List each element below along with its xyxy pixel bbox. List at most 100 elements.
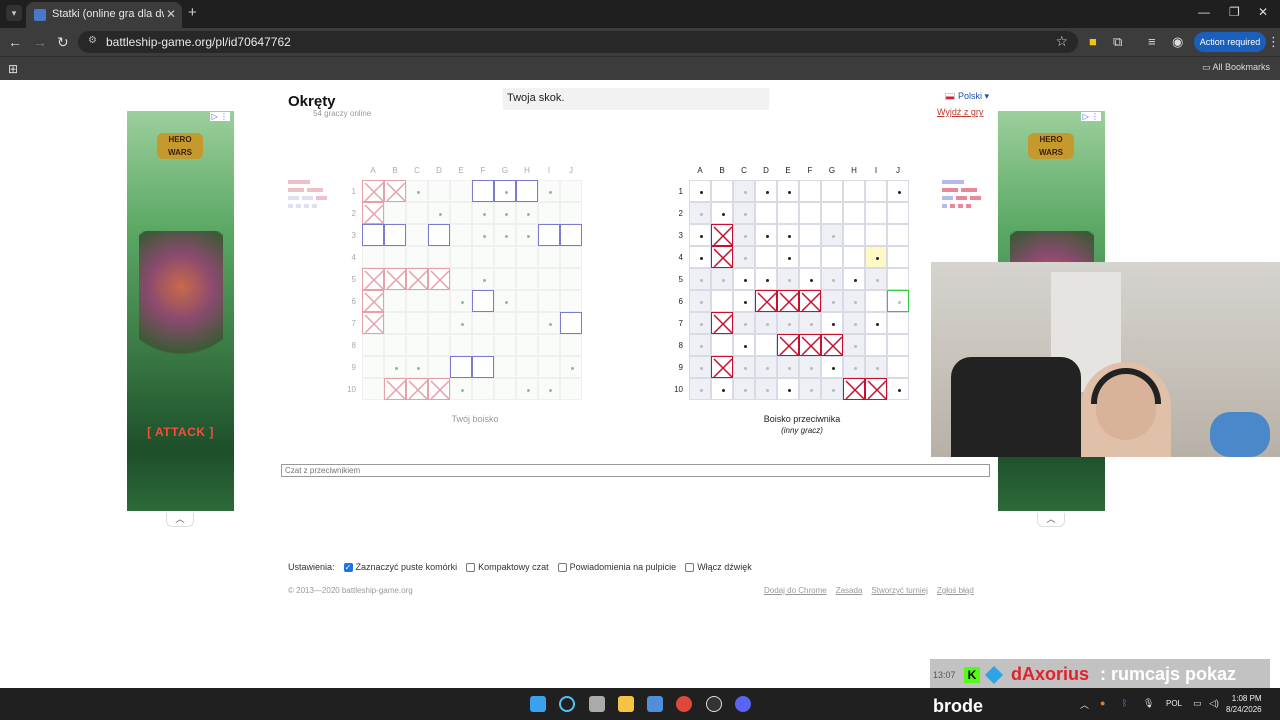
ad-cta[interactable]: [ ATTACK ]: [127, 425, 234, 439]
tray-chevron-icon[interactable]: ︿: [1080, 698, 1089, 711]
board-cell[interactable]: [711, 334, 733, 356]
setting-mark-empty[interactable]: ✓ Zaznaczyć puste komórki: [343, 562, 457, 572]
address-bar[interactable]: ⚙ battleship-game.org/pl/id70647762 ☆: [78, 31, 1078, 53]
board-cell[interactable]: [887, 334, 909, 356]
board-cell[interactable]: [711, 290, 733, 312]
board-cell[interactable]: [711, 246, 733, 268]
board-cell[interactable]: [887, 224, 909, 246]
board-cell[interactable]: [689, 334, 711, 356]
board-cell[interactable]: [843, 202, 865, 224]
board-cell[interactable]: [777, 290, 799, 312]
board-cell[interactable]: [887, 202, 909, 224]
board-cell[interactable]: [777, 312, 799, 334]
checkbox-icon[interactable]: [557, 562, 567, 572]
browser-tab[interactable]: Statki (online gra dla dwóch os ✕: [26, 2, 182, 28]
board-cell[interactable]: [799, 378, 821, 400]
board-cell[interactable]: [777, 356, 799, 378]
close-window-button[interactable]: ✕: [1258, 5, 1268, 19]
checkbox-icon[interactable]: [685, 562, 695, 572]
menu-kebab-icon[interactable]: ⋮: [1267, 34, 1280, 50]
board-cell[interactable]: [843, 334, 865, 356]
board-cell[interactable]: [843, 356, 865, 378]
board-cell[interactable]: [711, 202, 733, 224]
apps-grid-icon[interactable]: ⊞: [8, 62, 18, 76]
board-cell[interactable]: [689, 268, 711, 290]
board-cell[interactable]: [887, 290, 909, 312]
board-cell[interactable]: [843, 246, 865, 268]
board-cell[interactable]: [821, 334, 843, 356]
volume-icon[interactable]: ◁): [1209, 698, 1219, 709]
board-cell[interactable]: [887, 356, 909, 378]
ad-banner-left[interactable]: ▷ ⋮ HERO WARS [ ATTACK ]: [127, 111, 234, 511]
board-cell[interactable]: [755, 334, 777, 356]
forward-arrow-icon[interactable]: →: [33, 34, 47, 50]
extensions-puzzle-icon[interactable]: ⧉: [1113, 34, 1122, 50]
board-cell[interactable]: [821, 202, 843, 224]
setting-desktop-notifications[interactable]: Powiadomienia na pulpicie: [557, 562, 676, 572]
board-cell[interactable]: [777, 334, 799, 356]
board-cell[interactable]: [865, 356, 887, 378]
board-cell[interactable]: [689, 312, 711, 334]
task-view-icon[interactable]: [589, 696, 605, 712]
leave-game-link[interactable]: Wyjdź z gry: [937, 107, 983, 117]
board-cell[interactable]: [733, 378, 755, 400]
board-cell[interactable]: [843, 224, 865, 246]
maximize-button[interactable]: ❐: [1229, 5, 1240, 19]
board-cell[interactable]: [733, 290, 755, 312]
checkbox-checked-icon[interactable]: ✓: [343, 562, 353, 572]
chrome-icon[interactable]: [676, 696, 692, 712]
profile-icon[interactable]: ◉: [1172, 34, 1183, 50]
language-dropdown[interactable]: Polski ▾: [945, 91, 989, 102]
board-cell[interactable]: [821, 378, 843, 400]
windows-start-icon[interactable]: [530, 696, 546, 712]
board-cell[interactable]: [733, 224, 755, 246]
board-cell[interactable]: [733, 180, 755, 202]
board-cell[interactable]: [689, 356, 711, 378]
setting-sound[interactable]: Włącz dźwięk: [685, 562, 752, 572]
network-icon[interactable]: ▭: [1193, 698, 1202, 709]
board-cell[interactable]: [755, 290, 777, 312]
board-cell[interactable]: [865, 202, 887, 224]
board-cell[interactable]: [843, 180, 865, 202]
board-cell[interactable]: [689, 378, 711, 400]
minimize-button[interactable]: —: [1198, 5, 1210, 19]
search-icon[interactable]: [559, 696, 575, 712]
action-required-button[interactable]: Action required: [1194, 32, 1266, 52]
media-control-icon[interactable]: ≡: [1148, 34, 1156, 50]
board-cell[interactable]: [777, 246, 799, 268]
board-cell[interactable]: [821, 268, 843, 290]
board-cell[interactable]: [711, 356, 733, 378]
bookmark-star-icon[interactable]: ☆: [1055, 33, 1068, 50]
rules-link[interactable]: Zasada: [836, 586, 863, 595]
board-cell[interactable]: [865, 290, 887, 312]
board-cell[interactable]: [777, 268, 799, 290]
board-cell[interactable]: [887, 246, 909, 268]
board-cell[interactable]: [689, 246, 711, 268]
board-cell[interactable]: [733, 246, 755, 268]
board-cell[interactable]: [821, 312, 843, 334]
board-cell[interactable]: [733, 268, 755, 290]
board-cell[interactable]: [689, 202, 711, 224]
new-tab-button[interactable]: +: [188, 5, 197, 21]
board-cell[interactable]: [777, 224, 799, 246]
ad-collapse-button-right[interactable]: ︿: [1037, 513, 1065, 527]
board-cell[interactable]: [711, 268, 733, 290]
extension-icon[interactable]: ■: [1089, 34, 1097, 50]
board-cell[interactable]: [689, 180, 711, 202]
board-cell[interactable]: [843, 268, 865, 290]
create-tournament-link[interactable]: Stworzyć turniej: [871, 586, 927, 595]
reload-icon[interactable]: ↻: [57, 34, 69, 50]
board-cell[interactable]: [799, 312, 821, 334]
board-cell[interactable]: [843, 312, 865, 334]
adchoices-icon[interactable]: ▷ ⋮: [1080, 112, 1101, 121]
board-cell[interactable]: [843, 378, 865, 400]
chat-input[interactable]: [281, 464, 990, 477]
file-explorer-icon[interactable]: [618, 696, 634, 712]
board-cell[interactable]: [799, 334, 821, 356]
adchoices-icon[interactable]: ▷ ⋮: [209, 112, 230, 121]
discord-icon[interactable]: [735, 696, 751, 712]
board-cell[interactable]: [887, 312, 909, 334]
board-cell[interactable]: [843, 290, 865, 312]
tray-clock[interactable]: 1:08 PM 8/24/2026: [1226, 693, 1262, 715]
tray-app-icon[interactable]: ●: [1100, 698, 1105, 708]
